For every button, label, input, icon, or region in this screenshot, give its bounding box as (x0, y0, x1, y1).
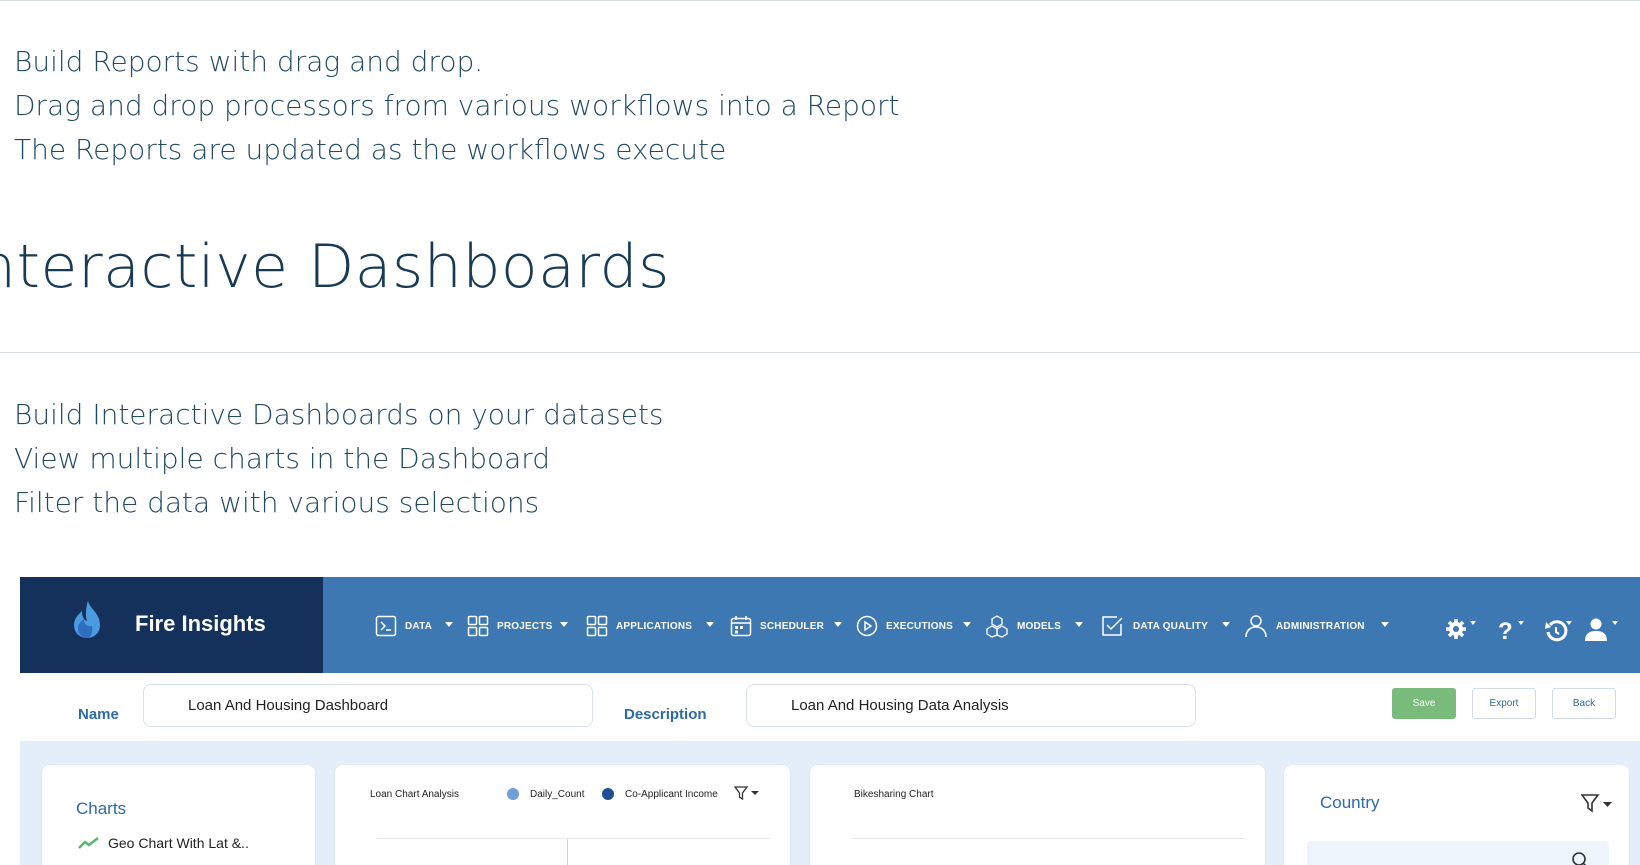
legend-label[interactable]: Co-Applicant Income (625, 789, 718, 800)
bullet-line: Filter the data with various selections (14, 486, 540, 519)
nav-models[interactable]: MODELS (985, 613, 1061, 639)
nav-projects[interactable]: PROJECTS (467, 613, 553, 639)
question-icon: ? (1498, 618, 1524, 645)
nav-data-quality[interactable]: DATA QUALITY (1101, 613, 1208, 639)
chevron-down-icon[interactable] (560, 622, 568, 627)
dashboard-bullets: Build Interactive Dashboards on your dat… (14, 393, 664, 525)
help-menu[interactable]: ? (1496, 617, 1530, 648)
loan-chart-card: Loan Chart Analysis Daily_Count Co-Appli… (335, 765, 790, 865)
bullet-line: Build Reports with drag and drop. (14, 45, 484, 78)
gridline (377, 838, 770, 839)
dashboard-form: Name Loan And Housing Dashboard Descript… (20, 673, 1640, 741)
chevron-down-icon[interactable] (834, 622, 842, 627)
export-button[interactable]: Export (1472, 688, 1536, 719)
axis-line (567, 839, 568, 865)
history-icon (1545, 620, 1572, 642)
filter-menu[interactable] (733, 785, 762, 808)
nav-executions[interactable]: EXECUTIONS (856, 613, 953, 639)
chevron-down-icon[interactable] (445, 622, 453, 627)
nav-label: MODELS (1017, 620, 1061, 632)
nav-applications[interactable]: APPLICATIONS (586, 613, 692, 639)
nav-label: APPLICATIONS (616, 620, 693, 632)
section-title: nteractive Dashboards (0, 232, 670, 302)
bullet-line: View multiple charts in the Dashboard (14, 442, 551, 475)
charts-title: Charts (76, 799, 127, 818)
settings-menu[interactable] (1444, 617, 1480, 646)
top-navbar: Fire Insights DATA PROJECTS APPLICATIONS… (20, 577, 1640, 673)
checkbox-icon (1102, 616, 1123, 636)
calendar-icon (730, 616, 752, 637)
app-screenshot: Fire Insights DATA PROJECTS APPLICATIONS… (20, 577, 1640, 865)
grid-icon (586, 615, 608, 637)
top-divider (0, 0, 1640, 1)
section-divider (0, 352, 1640, 353)
filter-menu[interactable] (1580, 793, 1615, 820)
chevron-down-icon[interactable] (963, 622, 971, 627)
nav-label: SCHEDULER (760, 620, 825, 632)
charts-card: Charts Geo Chart With Lat &.. (42, 765, 315, 865)
history-menu[interactable] (1544, 617, 1578, 648)
charts-list-item[interactable]: Geo Chart With Lat &.. (78, 835, 249, 851)
user-icon (1245, 615, 1267, 638)
nav-data[interactable]: DATA (375, 613, 432, 639)
play-circle-icon (856, 615, 878, 637)
nav-administration[interactable]: ADMINISTRATION (1244, 613, 1365, 639)
gear-icon (1446, 619, 1476, 639)
line-chart-icon (78, 837, 99, 849)
chart-item-label: Geo Chart With Lat &.. (108, 835, 249, 851)
bikesharing-chart-card: Bikesharing Chart (810, 765, 1265, 865)
nav-label: PROJECTS (497, 620, 553, 632)
cubes-icon (986, 615, 1008, 638)
nav-label: EXECUTIONS (886, 620, 954, 632)
search-icon (1572, 852, 1587, 865)
chevron-down-icon[interactable] (1381, 622, 1389, 627)
chevron-down-icon[interactable] (706, 622, 714, 627)
chevron-down-icon[interactable] (1075, 622, 1083, 627)
nav-label: DATA QUALITY (1133, 620, 1208, 632)
gridline (852, 838, 1245, 839)
description-label: Description (624, 706, 707, 723)
grid-icon (467, 615, 489, 637)
bullet-line: Drag and drop processors from various wo… (14, 89, 900, 122)
user-menu[interactable] (1584, 617, 1624, 648)
terminal-icon (375, 615, 397, 637)
brand[interactable]: Fire Insights (20, 577, 323, 673)
bullet-line: The Reports are updated as the workflows… (14, 133, 727, 166)
svg-text:?: ? (1498, 618, 1513, 643)
country-title: Country (1320, 793, 1380, 812)
legend-marker (602, 788, 614, 800)
description-field[interactable]: Loan And Housing Data Analysis (746, 684, 1196, 727)
nav-label: DATA (405, 620, 433, 632)
country-search-input[interactable] (1307, 841, 1609, 865)
nav-label: ADMINISTRATION (1276, 620, 1365, 632)
bikesharing-chart-title: Bikesharing Chart (854, 789, 934, 800)
filter-icon (733, 786, 759, 801)
dashboard-area: Charts Geo Chart With Lat &.. Loan Chart… (20, 741, 1640, 865)
nav-scheduler[interactable]: SCHEDULER (730, 613, 824, 639)
name-label: Name (78, 706, 119, 723)
save-button[interactable]: Save (1392, 688, 1456, 719)
flame-logo-icon (74, 601, 100, 638)
legend-label[interactable]: Daily_Count (530, 789, 584, 800)
name-field[interactable]: Loan And Housing Dashboard (143, 684, 593, 727)
report-bullets: Build Reports with drag and drop. Drag a… (14, 40, 900, 172)
back-button[interactable]: Back (1552, 688, 1616, 719)
legend-marker (507, 788, 519, 800)
filter-icon (1580, 794, 1612, 813)
user-icon (1585, 618, 1618, 641)
bullet-line: Build Interactive Dashboards on your dat… (14, 398, 664, 431)
brand-name: Fire Insights (135, 611, 266, 636)
loan-chart-title: Loan Chart Analysis (370, 789, 459, 800)
country-filter-card: Country (1284, 765, 1629, 865)
chevron-down-icon[interactable] (1222, 622, 1230, 627)
